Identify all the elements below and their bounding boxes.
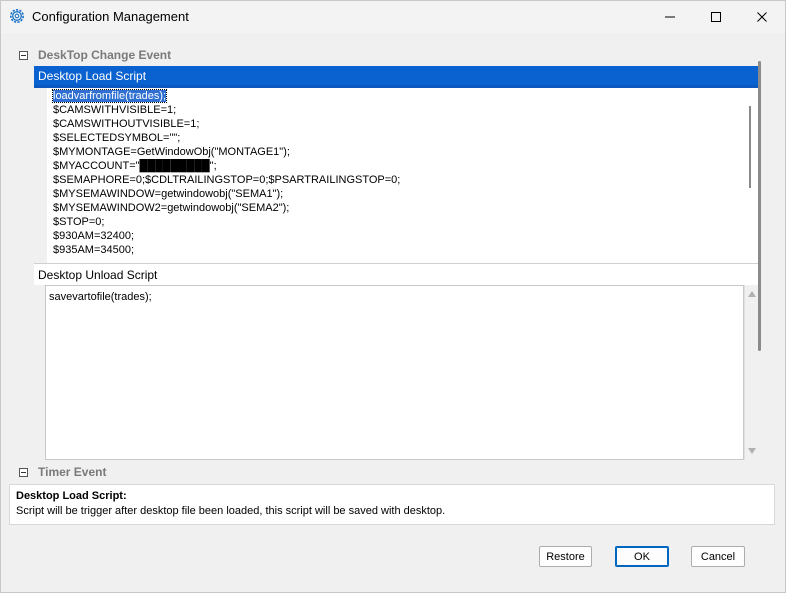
close-button[interactable] — [739, 1, 785, 33]
cancel-button[interactable]: Cancel — [691, 546, 745, 567]
scrollbar-thumb[interactable] — [749, 106, 751, 188]
script-line: $STOP=0; — [53, 216, 105, 228]
script-line: $935AM=34500; — [53, 244, 135, 256]
close-icon — [757, 12, 767, 22]
ok-button[interactable]: OK — [615, 546, 669, 567]
script-line: $MYACCOUNT="█████████"; — [53, 160, 217, 172]
desktop-unload-script-header[interactable]: Desktop Unload Script — [34, 263, 758, 285]
scroll-down-arrow-icon[interactable] — [748, 448, 756, 454]
script-line: $SELECTEDSYMBOL=""; — [53, 132, 181, 144]
desktop-load-script-header[interactable]: Desktop Load Script — [34, 66, 758, 88]
maximize-button[interactable] — [693, 1, 739, 33]
minimize-button[interactable] — [647, 1, 693, 33]
script-line: $MYSEMAWINDOW=getwindowobj("SEMA1"); — [53, 188, 284, 200]
minimize-icon — [665, 16, 675, 18]
group-timer-event: Timer Event — [38, 465, 107, 479]
tree-scrollbar[interactable] — [758, 61, 761, 351]
description-title: Desktop Load Script: — [16, 490, 127, 502]
script-line: savevartofile(trades); — [49, 291, 152, 303]
script-line: $CAMSWITHVISIBLE=1; — [53, 104, 177, 116]
collapse-desktop-change-icon[interactable] — [19, 51, 28, 60]
script-line-selected: loadvarfromfile(trades); — [51, 89, 168, 103]
unload-script-scrollbar[interactable] — [744, 285, 758, 460]
script-line: $SEMAPHORE=0;$CDLTRAILINGSTOP=0;$PSARTRA… — [53, 174, 401, 186]
restore-button[interactable]: Restore — [539, 546, 592, 567]
gear-icon — [9, 8, 25, 24]
script-line: $MYSEMAWINDOW2=getwindowobj("SEMA2"); — [53, 202, 290, 214]
desktop-load-script-label: Desktop Load Script — [38, 69, 147, 83]
description-text: Script will be trigger after desktop fil… — [16, 505, 446, 517]
load-script-scrollbar[interactable] — [744, 88, 758, 263]
unload-script-editor[interactable]: savevartofile(trades); — [45, 285, 744, 460]
description-panel: Desktop Load Script: Script will be trig… — [9, 484, 775, 525]
scroll-up-arrow-icon[interactable] — [748, 291, 756, 297]
title-bar[interactable]: Configuration Management — [1, 1, 785, 33]
script-line: $MYMONTAGE=GetWindowObj("MONTAGE1"); — [53, 146, 290, 158]
load-script-editor[interactable]: loadvarfromfile(trades); $CAMSWITHVISIBL… — [47, 88, 744, 263]
event-tree: DeskTop Change Event Desktop Load Script… — [9, 44, 771, 482]
script-line: $CAMSWITHOUTVISIBLE=1; — [53, 118, 200, 130]
collapse-timer-event-icon[interactable] — [19, 468, 28, 477]
window-title: Configuration Management — [32, 9, 189, 24]
maximize-icon — [711, 12, 721, 22]
script-line: $930AM=32400; — [53, 230, 135, 242]
configuration-window: Configuration Management DeskTop Change … — [0, 0, 786, 593]
group-desktop-change-event: DeskTop Change Event — [38, 48, 172, 62]
